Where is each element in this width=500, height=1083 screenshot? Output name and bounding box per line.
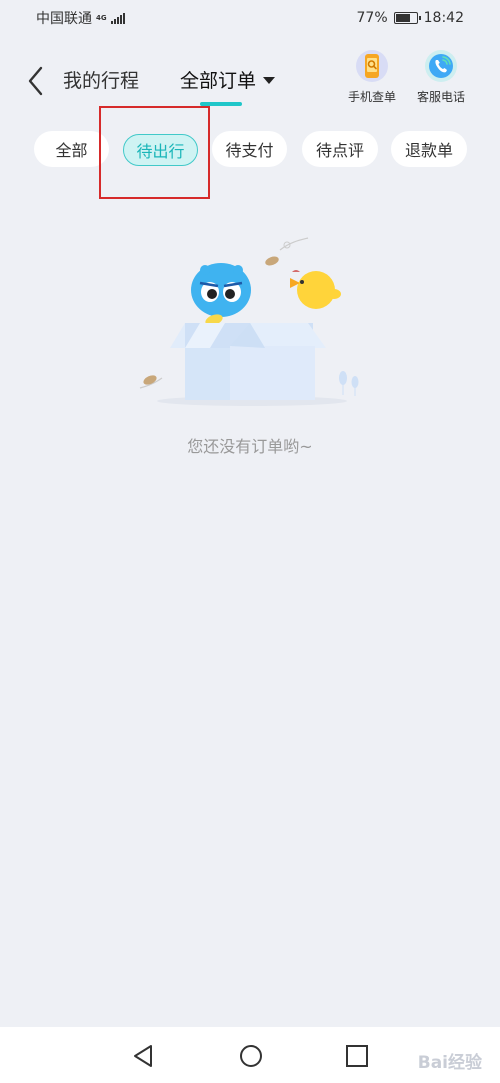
filter-chip-pending-review[interactable]: 待点评 (302, 131, 378, 167)
system-navigation-bar: Bai经验 (0, 1027, 500, 1083)
network-type: 4G (96, 13, 107, 22)
tab-my-trips[interactable]: 我的行程 (63, 66, 139, 93)
filter-chip-all[interactable]: 全部 (34, 131, 109, 167)
carrier-name: 中国联通 (36, 11, 92, 27)
home-circle-icon[interactable] (236, 1041, 266, 1071)
battery-icon (393, 12, 421, 24)
phone-search-icon (356, 50, 388, 82)
back-triangle-icon[interactable] (129, 1041, 159, 1071)
status-left: 中国联通 4G (36, 8, 125, 28)
customer-service-button[interactable]: 客服电话 (417, 50, 465, 105)
filter-chip-label: 待点评 (315, 141, 364, 160)
recent-square-icon[interactable] (342, 1041, 372, 1071)
phone-order-lookup-button[interactable]: 手机查单 (348, 50, 396, 105)
signal-icon (110, 12, 125, 24)
caret-down-icon (263, 77, 276, 84)
customer-service-phone-icon (425, 50, 457, 82)
annotation-highlight-box (99, 106, 210, 199)
filter-chip-label: 退款单 (404, 141, 453, 160)
clock-time: 18:42 (423, 10, 464, 26)
battery-percent: 77% (356, 10, 388, 26)
filter-chip-refunds[interactable]: 退款单 (391, 131, 467, 167)
header: 我的行程 全部订单 手机查单 客服电话 (0, 50, 500, 112)
blue-bird-mascot (191, 263, 251, 326)
tab-all-orders-label: 全部订单 (180, 70, 257, 92)
baidu-jingyan-watermark: Bai经验 (417, 1053, 482, 1073)
customer-service-label: 客服电话 (417, 90, 466, 104)
yellow-bird-mascot (290, 270, 341, 309)
order-filter-bar: 全部 待出行 待支付 待点评 退款单 (0, 131, 500, 169)
status-bar: 中国联通 4G 77% 18:42 (0, 0, 500, 36)
filter-chip-label: 待支付 (225, 141, 274, 160)
status-right: 77% 18:42 (357, 10, 464, 26)
back-arrow-icon[interactable] (22, 64, 52, 98)
phone-order-lookup-label: 手机查单 (348, 90, 397, 104)
empty-state-message: 您还没有订单哟~ (187, 437, 313, 456)
tab-all-orders[interactable]: 全部订单 (180, 66, 276, 93)
filter-chip-label: 全部 (55, 141, 88, 160)
filter-chip-pending-payment[interactable]: 待支付 (212, 131, 287, 167)
empty-box-with-mascots-illustration (139, 237, 359, 406)
